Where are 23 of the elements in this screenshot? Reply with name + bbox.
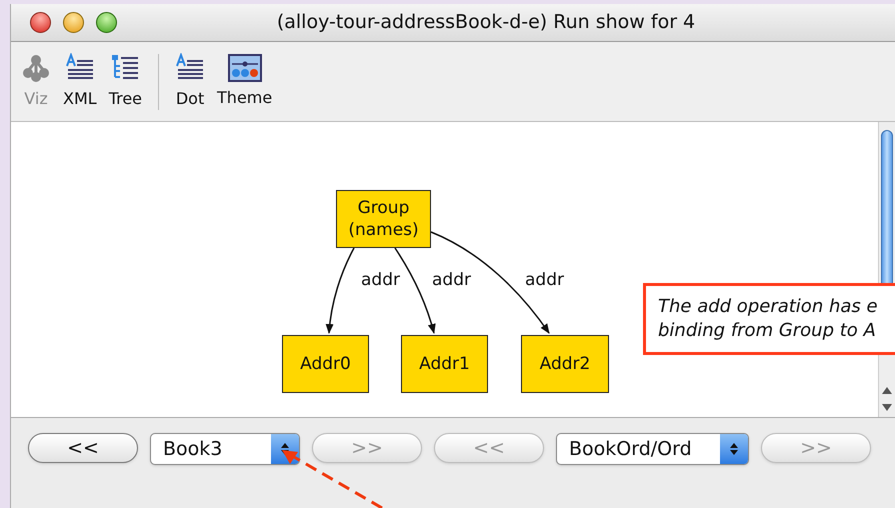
graph-node: Addr2: [521, 335, 609, 393]
hierarchy-icon: [21, 52, 51, 82]
callout-text: binding from Group to A: [658, 319, 877, 343]
toolbar-button[interactable]: Theme: [213, 54, 276, 110]
edge-label: addr: [525, 272, 564, 289]
graph-node: Group (names): [336, 190, 431, 248]
zoom-button[interactable]: [96, 12, 117, 33]
toolbar-button[interactable]: XML: [59, 52, 101, 110]
close-button[interactable]: [30, 12, 51, 33]
stepper-icon: [720, 434, 748, 464]
edge-label: addr: [432, 272, 471, 289]
nav-button[interactable]: <<: [28, 433, 138, 463]
minimize-button[interactable]: [63, 12, 84, 33]
graph-node: Addr1: [401, 335, 488, 393]
toolbar-button[interactable]: Tree: [104, 52, 146, 110]
theme-sliders-icon: [228, 54, 262, 82]
toolbar-button[interactable]: Dot: [171, 52, 210, 110]
callout-text: The add operation has e: [658, 295, 879, 319]
dropdown-select[interactable]: BookOrd/Ord: [556, 433, 749, 465]
window-title: (alloy-tour-addressBook-d-e) Run show for 4: [276, 10, 696, 36]
dropdown-select[interactable]: Book3: [150, 433, 300, 465]
edge-label: addr: [361, 272, 400, 289]
graph-node: Addr0: [282, 335, 369, 393]
